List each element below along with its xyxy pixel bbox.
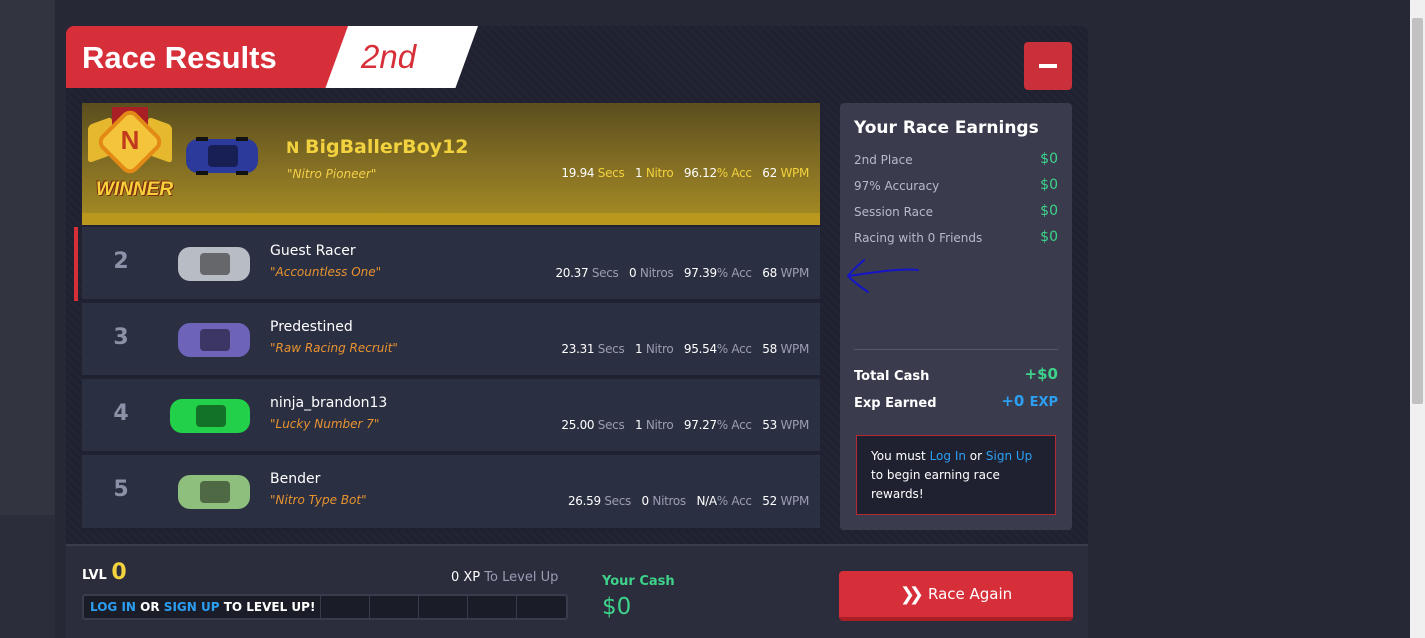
racer-row: 4 ninja_brandon13 "Lucky Number 7" 25.00… (82, 379, 820, 453)
race-again-button[interactable]: ❯❯ Race Again (839, 571, 1073, 621)
finish-place: 2nd (361, 38, 417, 75)
earnings-line: Racing with 0 Friends $0 (854, 229, 1058, 245)
racer-name: ninja_brandon13 (270, 395, 388, 411)
login-notice: You must Log In or Sign Up to begin earn… (856, 435, 1056, 515)
racer-car (178, 323, 250, 357)
footer-login-link[interactable]: LOG IN (90, 600, 136, 614)
footer-signup-link[interactable]: SIGN UP (164, 600, 220, 614)
earnings-title: Your Race Earnings (854, 118, 1039, 138)
nitro-n-icon: N (286, 138, 305, 157)
exp-earned: Exp Earned +0 EXP (854, 392, 1058, 411)
winner-name: N BigBallerBoy12 (286, 136, 469, 158)
minus-icon (1039, 64, 1057, 68)
racer-row: 3 Predestined "Raw Racing Recruit" 23.31… (82, 303, 820, 377)
racer-stats: 25.00 Secs 1 Nitro 97.27% Acc 53 WPM (561, 418, 809, 432)
earnings-line: Session Race $0 (854, 203, 1058, 219)
earnings-line: 97% Accuracy $0 (854, 177, 1058, 193)
your-cash-value: $0 (602, 594, 632, 620)
racer-title: "Lucky Number 7" (270, 417, 380, 431)
racer-rank: 5 (113, 477, 129, 502)
race-earnings-panel: Your Race Earnings 2nd Place $0 97% Accu… (840, 103, 1072, 530)
racer-rank: 3 (113, 325, 129, 350)
racer-stats: 23.31 Secs 1 Nitro 95.54% Acc 58 WPM (561, 342, 809, 356)
minimize-button[interactable] (1024, 42, 1072, 90)
racer-name: Predestined (270, 319, 353, 335)
panel-title: Race Results (82, 40, 277, 75)
annotation-arrow (847, 259, 919, 293)
double-chevron-right-icon: ❯❯ (899, 583, 924, 605)
winner-row: N WINNER N BigBallerBoy12 "Nitro Pioneer… (82, 103, 820, 225)
racer-stats: 26.59 Secs 0 Nitros N/A% Acc 52 WPM (567, 494, 809, 508)
xp-progress-bar: LOG IN OR SIGN UP TO LEVEL UP! (82, 594, 568, 620)
left-background (0, 0, 55, 515)
results-footer: LVL 0 0 XP To Level Up LOG IN OR SIGN UP… (66, 544, 1088, 638)
racer-car (178, 247, 250, 281)
level-display: LVL 0 (82, 560, 127, 585)
nitro-winner-badge-icon: N WINNER (88, 106, 174, 200)
racer-stats: 20.37 Secs 0 Nitros 97.39% Acc 68 WPM (555, 266, 809, 280)
level-up-message: LOG IN OR SIGN UP TO LEVEL UP! (90, 600, 316, 614)
winner-label: WINNER (96, 179, 174, 200)
xp-to-level: 0 XP To Level Up (451, 570, 559, 585)
winner-title: "Nitro Pioneer" (287, 167, 377, 181)
racer-car (178, 475, 250, 509)
scrollbar-thumb[interactable] (1412, 18, 1423, 404)
your-cash-label: Your Cash (602, 574, 675, 589)
racer-row: 2 Guest Racer "Accountless One" 20.37 Se… (74, 227, 820, 301)
racer-title: "Accountless One" (270, 265, 382, 279)
winner-car (186, 137, 258, 175)
total-cash: Total Cash +$0 (854, 365, 1058, 384)
racer-car (170, 399, 250, 433)
earnings-line: 2nd Place $0 (854, 151, 1058, 167)
login-link[interactable]: Log In (930, 449, 966, 463)
winner-stripe (82, 213, 820, 225)
signup-link[interactable]: Sign Up (986, 449, 1032, 463)
racer-rank: 2 (113, 249, 129, 274)
earnings-divider (854, 349, 1058, 350)
racer-name: Bender (270, 471, 321, 487)
racer-row: 5 Bender "Nitro Type Bot" 26.59 Secs 0 N… (82, 455, 820, 530)
winner-stats: 19.94 Secs 1 Nitro 96.12% Acc 62 WPM (561, 166, 809, 180)
racer-title: "Raw Racing Recruit" (270, 341, 398, 355)
racer-name: Guest Racer (270, 243, 356, 259)
racer-rank: 4 (113, 401, 129, 426)
race-results-panel: Race Results 2nd N WINNER N BigBallerBoy… (66, 26, 1088, 638)
racer-title: "Nitro Type Bot" (270, 493, 367, 507)
